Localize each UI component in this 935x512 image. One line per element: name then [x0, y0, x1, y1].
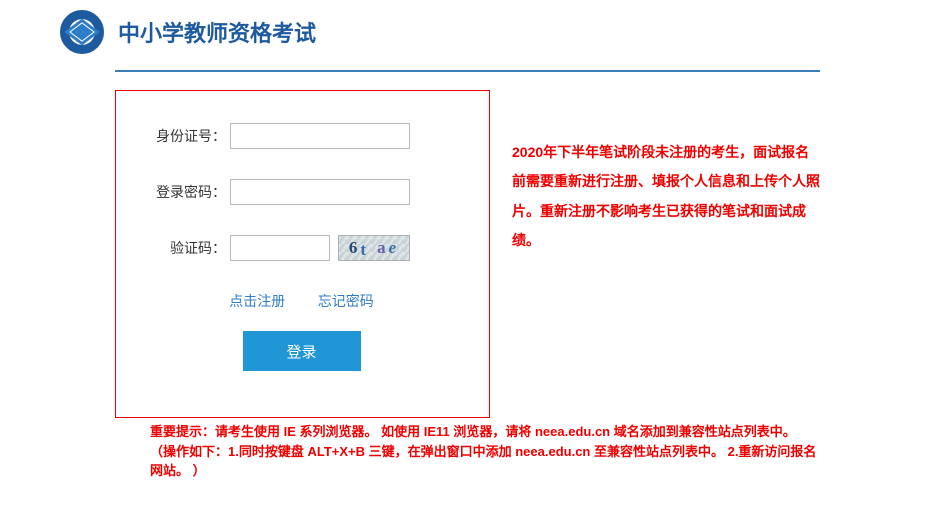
header-divider — [115, 70, 820, 72]
login-button[interactable]: 登录 — [243, 331, 361, 371]
side-notice: 2020年下半年笔试阶段未注册的考生，面试报名前需要重新进行注册、填报个人信息和… — [512, 90, 820, 418]
main-content: 身份证号： 登录密码： 验证码： 6t ae 点击注册 忘记密码 登录 2020… — [0, 90, 935, 418]
id-row: 身份证号： — [144, 123, 489, 149]
footer-line2: （操作如下：1.同时按键盘 ALT+X+B 三键，在弹出窗口中添加 neea.e… — [150, 442, 820, 481]
captcha-label: 验证码： — [144, 238, 230, 258]
forgot-password-link[interactable]: 忘记密码 — [318, 293, 374, 309]
links-row: 点击注册 忘记密码 — [144, 291, 489, 311]
id-label: 身份证号： — [144, 126, 230, 146]
site-logo — [60, 10, 104, 54]
page-header: 中小学教师资格考试 — [0, 0, 935, 64]
password-row: 登录密码： — [144, 179, 489, 205]
password-input[interactable] — [230, 179, 410, 205]
captcha-image[interactable]: 6t ae — [338, 235, 410, 261]
id-input[interactable] — [230, 123, 410, 149]
submit-row: 登录 — [144, 331, 489, 371]
footer-line1: 重要提示：请考生使用 IE 系列浏览器。 如使用 IE11 浏览器，请将 nee… — [150, 422, 820, 442]
register-link[interactable]: 点击注册 — [229, 293, 285, 309]
captcha-row: 验证码： 6t ae — [144, 235, 489, 261]
password-label: 登录密码： — [144, 182, 230, 202]
captcha-input[interactable] — [230, 235, 330, 261]
login-form-box: 身份证号： 登录密码： 验证码： 6t ae 点击注册 忘记密码 登录 — [115, 90, 490, 418]
site-title: 中小学教师资格考试 — [118, 16, 316, 48]
logo-icon — [64, 19, 99, 46]
footer-notice: 重要提示：请考生使用 IE 系列浏览器。 如使用 IE11 浏览器，请将 nee… — [0, 418, 935, 481]
